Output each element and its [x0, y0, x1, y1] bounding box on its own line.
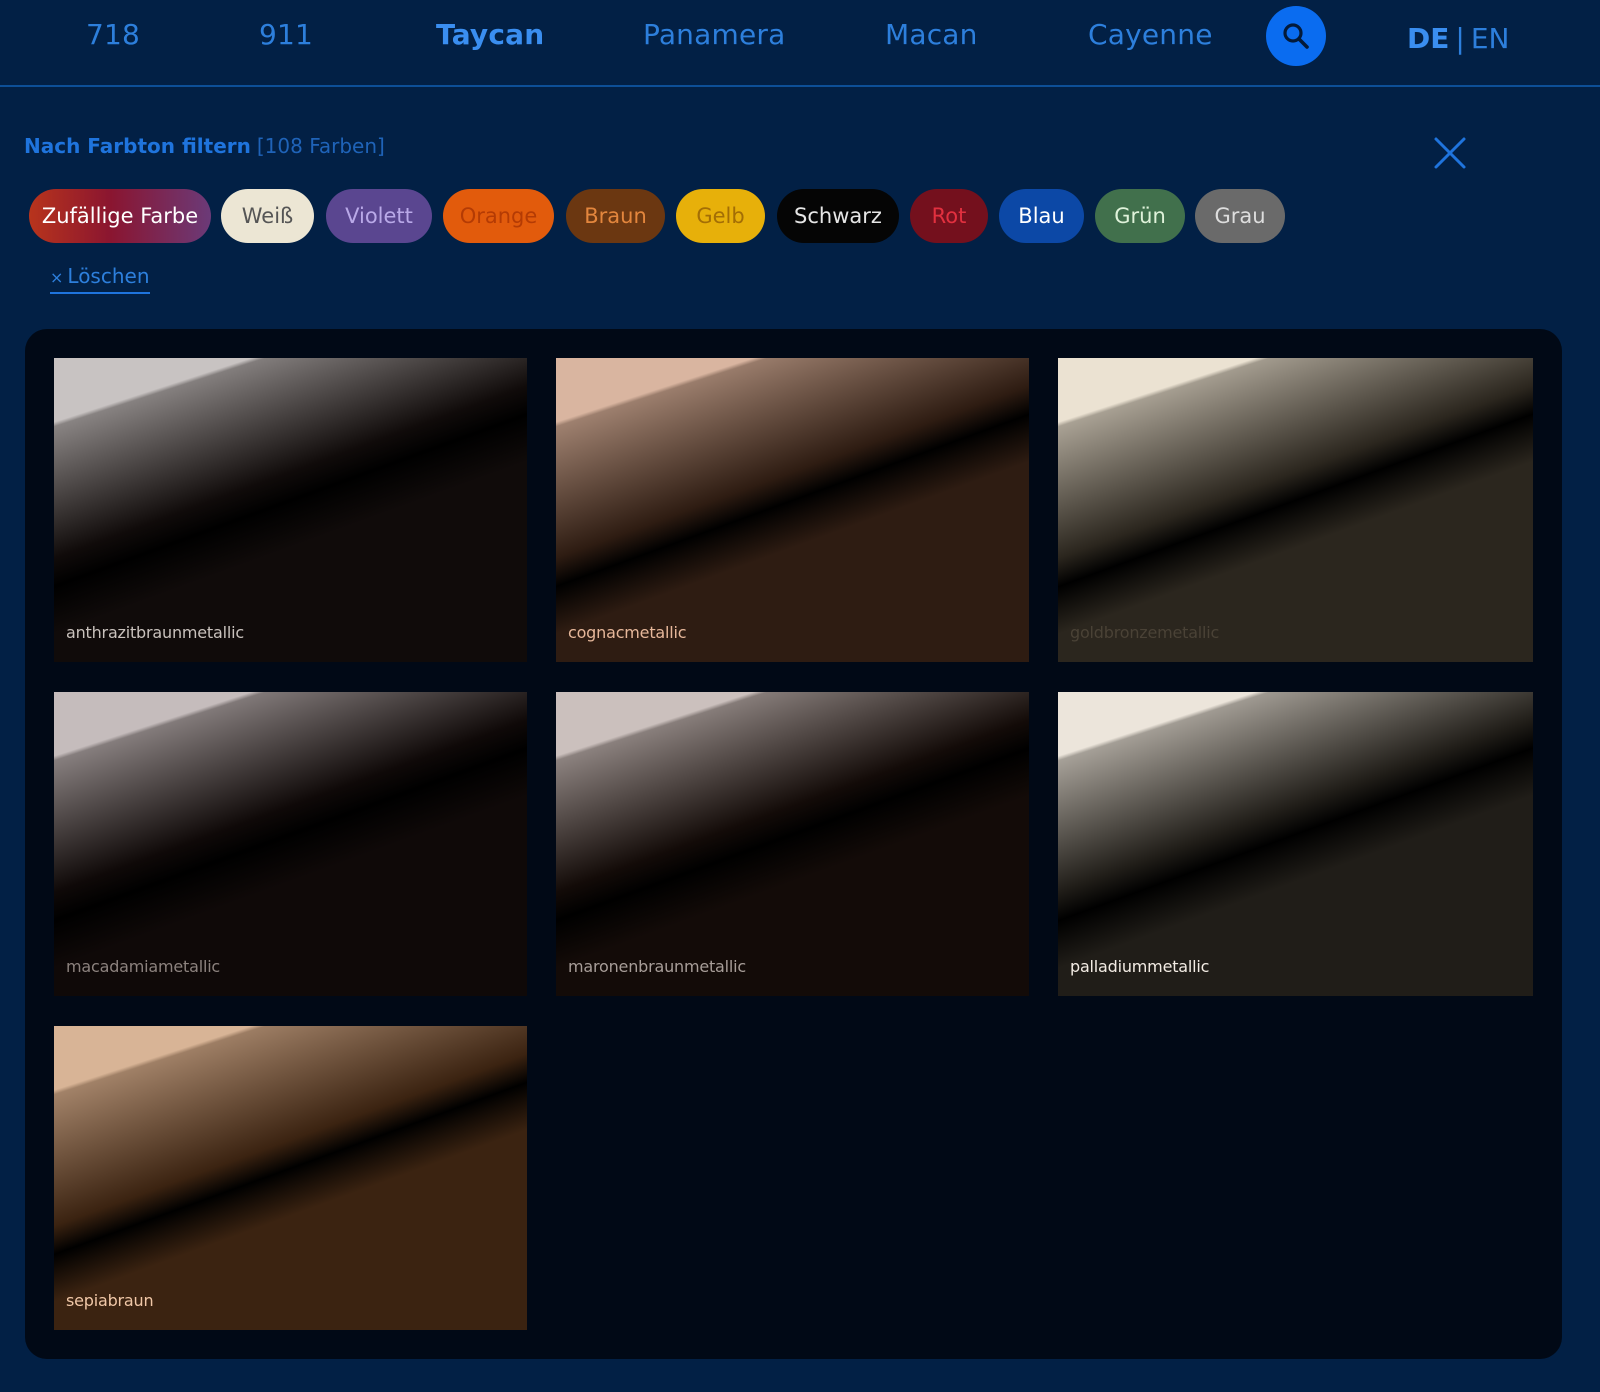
nav-item-panamera[interactable]: Panamera [643, 18, 785, 51]
clear-filter-link[interactable]: × Löschen [50, 264, 150, 294]
swatch-name: cognacmetallic [568, 623, 687, 642]
swatch-tile[interactable]: cognacmetallic [556, 358, 1029, 662]
language-switcher: DE | EN [1407, 22, 1509, 55]
swatch-name: goldbronzemetallic [1070, 623, 1220, 642]
chip-grey[interactable]: Grau [1195, 189, 1285, 243]
color-swatch-gallery: anthrazitbraunmetallic cognacmetallic go… [25, 329, 1562, 1359]
filter-label: Nach Farbton filtern [24, 134, 251, 158]
swatch-name: anthrazitbraunmetallic [66, 623, 244, 642]
chip-white[interactable]: Weiß [221, 189, 314, 243]
swatch-tile[interactable]: goldbronzemetallic [1058, 358, 1533, 662]
filter-heading: Nach Farbton filtern [108 Farben] [24, 134, 385, 158]
chip-random-color[interactable]: Zufällige Farbe [29, 189, 211, 243]
chip-green[interactable]: Grün [1095, 189, 1185, 243]
chip-orange[interactable]: Orange [443, 189, 554, 243]
close-filter-button[interactable] [1432, 135, 1468, 171]
swatch-tile[interactable]: anthrazitbraunmetallic [54, 358, 527, 662]
clear-label: Löschen [67, 264, 150, 288]
search-button[interactable] [1266, 6, 1326, 66]
nav-item-cayenne[interactable]: Cayenne [1088, 18, 1213, 51]
swatch-name: palladiummetallic [1070, 957, 1210, 976]
swatch-tile[interactable]: palladiummetallic [1058, 692, 1533, 996]
nav-item-911[interactable]: 911 [259, 18, 313, 51]
nav-item-macan[interactable]: Macan [885, 18, 978, 51]
chip-yellow[interactable]: Gelb [676, 189, 765, 243]
search-icon [1283, 23, 1309, 49]
swatch-name: sepiabraun [66, 1291, 154, 1310]
lang-separator: | [1455, 22, 1465, 55]
swatch-name: maronenbraunmetallic [568, 957, 746, 976]
swatch-tile[interactable]: macadamiametallic [54, 692, 527, 996]
swatch-name: macadamiametallic [66, 957, 221, 976]
swatch-tile[interactable]: maronenbraunmetallic [556, 692, 1029, 996]
lang-en-link[interactable]: EN [1471, 22, 1510, 55]
nav-item-718[interactable]: 718 [86, 18, 140, 51]
chip-blue[interactable]: Blau [999, 189, 1084, 243]
clear-x-icon: × [50, 268, 64, 287]
chip-brown[interactable]: Braun [566, 189, 665, 243]
nav-item-taycan[interactable]: Taycan [436, 18, 544, 51]
chip-red[interactable]: Rot [910, 189, 988, 243]
swatch-tile[interactable]: sepiabraun [54, 1026, 527, 1330]
top-navigation: 718 911 Taycan Panamera Macan Cayenne DE… [0, 0, 1600, 87]
chip-black[interactable]: Schwarz [777, 189, 899, 243]
lang-de-link[interactable]: DE [1407, 22, 1449, 55]
close-icon [1434, 137, 1466, 169]
color-count: [108 Farben] [256, 134, 385, 158]
chip-violet[interactable]: Violett [326, 189, 432, 243]
